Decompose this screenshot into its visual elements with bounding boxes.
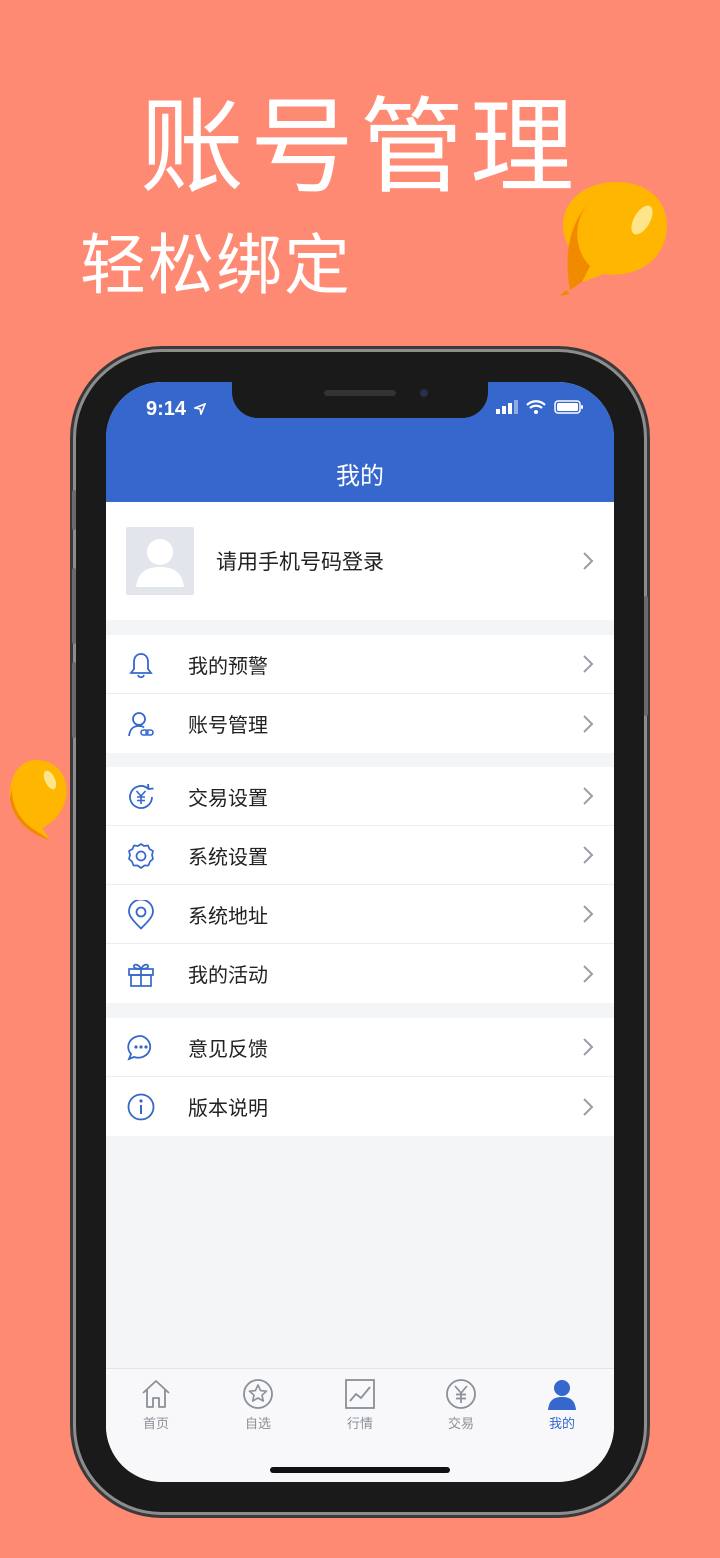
- chevron-right-icon: [583, 964, 594, 983]
- avatar-placeholder-icon: [126, 527, 194, 595]
- menu-item-alerts[interactable]: 我的预警: [106, 635, 614, 694]
- menu-group-alerts: 我的预警 账号管理: [106, 635, 614, 753]
- account-link-icon: [128, 712, 154, 737]
- menu-item-system-address[interactable]: 系统地址: [106, 885, 614, 944]
- menu-item-label: 系统设置: [188, 844, 268, 869]
- tab-label: 行情: [346, 1417, 373, 1432]
- tab-label: 交易: [447, 1417, 474, 1432]
- chevron-right-icon: [583, 905, 594, 923]
- menu-item-version[interactable]: 版本说明: [106, 1077, 614, 1136]
- user-icon: [548, 1380, 576, 1410]
- location-pin-icon: [128, 900, 154, 930]
- menu-item-system-settings[interactable]: 系统设置: [106, 826, 614, 885]
- balloon-icon: [9, 760, 67, 840]
- tab-trade[interactable]: 交易: [421, 1377, 501, 1432]
- gift-icon: [128, 963, 154, 987]
- menu-item-trade-settings[interactable]: 交易设置: [106, 767, 614, 826]
- chevron-right-icon: [583, 1097, 594, 1116]
- menu-item-label: 交易设置: [188, 785, 268, 810]
- speaker-grille: [324, 390, 396, 396]
- status-icons: [496, 400, 584, 414]
- login-prompt: 请用手机号码登录: [216, 550, 384, 574]
- tab-watchlist[interactable]: 自选: [218, 1377, 298, 1432]
- chat-bubble-icon: [127, 1035, 152, 1061]
- front-camera: [420, 389, 428, 397]
- yen-icon: [446, 1379, 476, 1409]
- menu-item-label: 我的活动: [188, 963, 268, 987]
- chart-icon: [345, 1379, 375, 1409]
- phone-screen: 9:14 我的 请用手机号码登录 我的预警 账号管理 交易设置 系统设置 系统地…: [106, 382, 614, 1482]
- battery-icon: [554, 400, 583, 414]
- chevron-right-icon: [583, 846, 594, 864]
- tab-label: 首页: [142, 1417, 169, 1432]
- menu-item-label: 版本说明: [188, 1096, 268, 1120]
- tab-home[interactable]: 首页: [116, 1377, 196, 1432]
- menu-group-about: 意见反馈 版本说明: [106, 1018, 614, 1136]
- menu-item-label: 意见反馈: [188, 1036, 268, 1061]
- menu-item-account[interactable]: 账号管理: [106, 694, 614, 753]
- tab-bar: 首页 自选 行情 交易 我的: [106, 1368, 614, 1482]
- menu-item-label: 我的预警: [188, 653, 268, 678]
- star-icon: [243, 1379, 273, 1409]
- chevron-right-icon: [583, 552, 594, 570]
- power-button: [644, 596, 648, 716]
- tab-market[interactable]: 行情: [320, 1377, 400, 1432]
- page-title: 我的: [336, 462, 384, 490]
- menu-item-label: 账号管理: [188, 713, 268, 737]
- tab-label: 自选: [244, 1417, 271, 1432]
- menu-item-my-activities[interactable]: 我的活动: [106, 944, 614, 1003]
- menu-item-label: 系统地址: [188, 903, 268, 928]
- yen-refresh-icon: [129, 783, 154, 809]
- tab-label: 我的: [548, 1417, 575, 1432]
- home-icon: [142, 1380, 170, 1408]
- location-arrow-icon: [191, 402, 207, 417]
- volume-down-button: [72, 662, 76, 738]
- volume-up-button: [72, 568, 76, 644]
- home-indicator: [270, 1467, 450, 1473]
- tab-mine[interactable]: 我的: [522, 1377, 602, 1432]
- bell-icon: [129, 653, 153, 679]
- wifi-icon: [526, 400, 546, 414]
- chevron-right-icon: [583, 714, 594, 733]
- login-row[interactable]: 请用手机号码登录: [106, 502, 614, 620]
- hero-subtitle: 轻松绑定: [80, 227, 352, 304]
- menu-group-settings: 交易设置 系统设置 系统地址 我的活动: [106, 767, 614, 1003]
- info-icon: [127, 1093, 155, 1121]
- chevron-right-icon: [583, 1038, 594, 1056]
- gear-icon: [128, 843, 154, 869]
- signal-icon: [496, 400, 518, 414]
- chevron-right-icon: [583, 787, 594, 805]
- balloon-icon: [560, 182, 667, 296]
- mute-switch: [72, 490, 76, 530]
- phone-notch: [232, 382, 488, 418]
- menu-item-feedback[interactable]: 意见反馈: [106, 1018, 614, 1077]
- status-time: 9:14: [146, 398, 207, 421]
- chevron-right-icon: [583, 655, 594, 673]
